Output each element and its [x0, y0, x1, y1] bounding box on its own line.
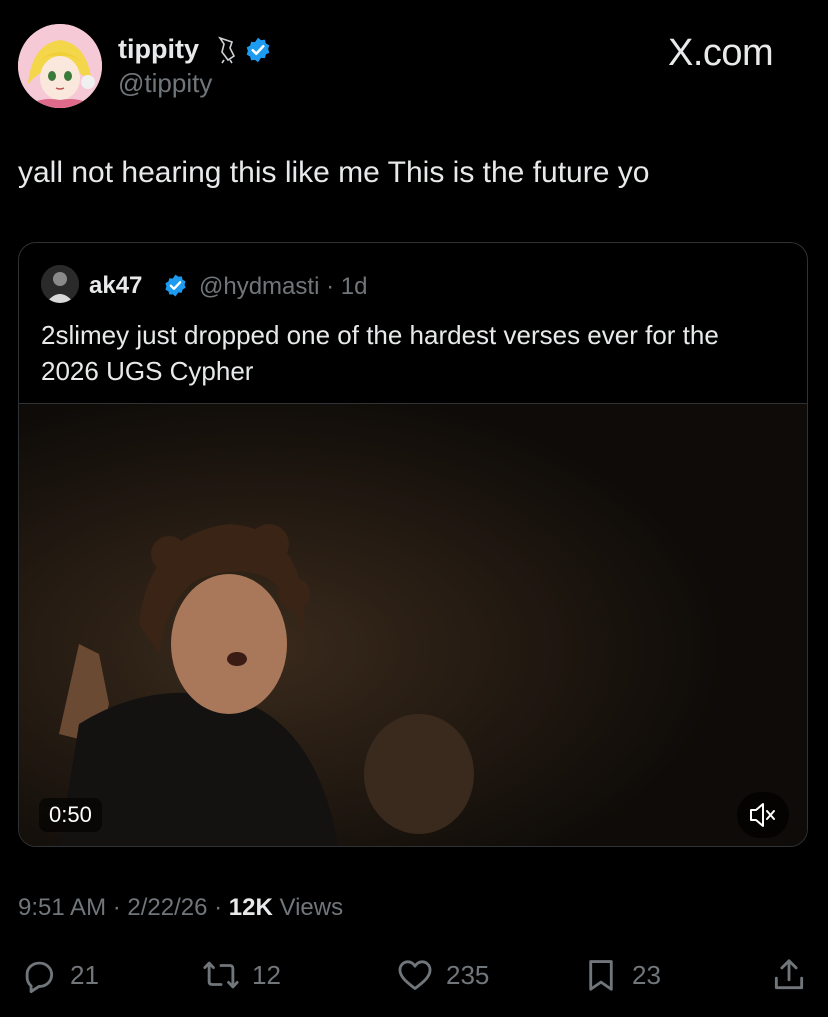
quoted-author-avatar[interactable] [41, 265, 79, 303]
repost-icon [203, 961, 239, 989]
verified-badge-icon [246, 37, 270, 63]
author-handle[interactable]: @tippity [118, 68, 212, 99]
bookmark-count: 23 [632, 959, 661, 990]
bookmark-icon [589, 960, 613, 991]
quoted-author-handle-time[interactable]: @hydmasti · 1d [199, 273, 367, 301]
verified-badge-icon [165, 274, 186, 297]
tweet-timestamp-views: 9:51 AM · 2/22/26 · 12K Views [18, 894, 343, 922]
reply-button[interactable]: 21 [20, 952, 99, 998]
share-icon [774, 959, 804, 990]
heart-icon [398, 960, 432, 990]
repost-count: 12 [252, 959, 281, 990]
quoted-author-name[interactable]: ak47 [89, 272, 142, 300]
mute-toggle-button[interactable] [737, 792, 789, 838]
speaker-muted-icon [750, 803, 775, 827]
reply-icon [25, 961, 54, 994]
tweet-time-date[interactable]: 9:51 AM · 2/22/26 · [18, 894, 229, 921]
author-avatar[interactable] [18, 24, 102, 108]
video-frame-image [19, 404, 807, 846]
quoted-tweet-text: 2slimey just dropped one of the hardest … [41, 320, 719, 386]
like-count: 235 [446, 959, 490, 990]
anime-avatar-image [18, 24, 102, 108]
bird-emoji-icon [218, 36, 236, 64]
tweet-text: yall not hearing this like me This is th… [18, 156, 650, 189]
quoted-tweet-card[interactable]: ak47 @hydmasti · 1d 2slimey just dropped… [18, 242, 808, 847]
share-button[interactable] [770, 952, 808, 998]
repost-button[interactable]: 12 [202, 952, 281, 998]
bookmark-button[interactable]: 23 [582, 952, 661, 998]
like-button[interactable]: 235 [396, 952, 489, 998]
brand-label: X.com [668, 32, 774, 74]
views-label: Views [272, 894, 344, 921]
quoted-avatar-image [41, 265, 79, 303]
views-count: 12K [228, 894, 273, 921]
video-duration-badge: 0:50 [39, 798, 102, 832]
reply-count: 21 [70, 959, 99, 990]
video-player[interactable]: 0:50 [19, 403, 807, 846]
author-display-name[interactable]: tippity [118, 34, 199, 65]
